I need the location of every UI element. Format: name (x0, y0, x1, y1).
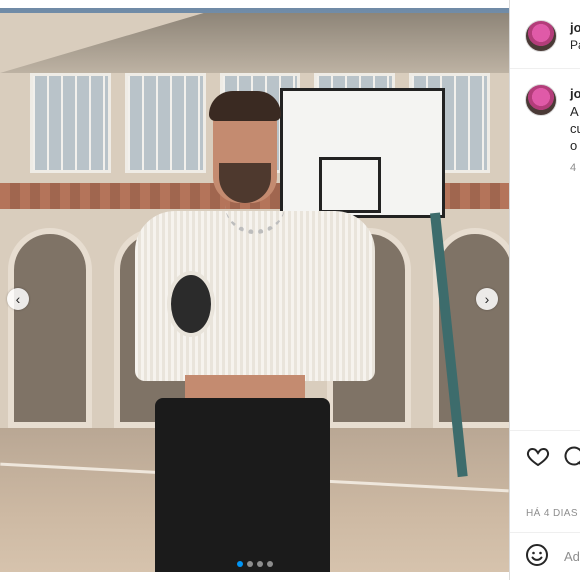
black-pants (155, 398, 330, 572)
divider (510, 430, 580, 431)
carousel-dot (246, 561, 253, 567)
avatar[interactable] (525, 20, 557, 52)
post-sidebar: jo Pa jo A cu o 4 HÁ 4 DIAS Ad (509, 0, 580, 580)
post-image[interactable]: ‹ › (0, 8, 509, 572)
person (135, 91, 375, 572)
chevron-right-icon[interactable]: › (476, 288, 498, 310)
avatar[interactable] (525, 84, 557, 116)
window (30, 73, 111, 173)
shoulder-bag (167, 271, 215, 337)
add-comment-input[interactable]: Ad (564, 549, 580, 564)
caption-time: 4 (570, 162, 577, 174)
emoji-icon[interactable] (525, 543, 549, 567)
header-subtitle[interactable]: Pa (570, 38, 580, 52)
heart-icon[interactable] (526, 444, 550, 468)
roof (0, 13, 509, 73)
caption-username[interactable]: jo (570, 86, 580, 101)
carousel-dot (266, 561, 273, 567)
chevron-left-icon[interactable]: ‹ (7, 288, 29, 310)
carousel-dot (236, 561, 243, 567)
divider (510, 532, 580, 533)
caption-line: cu (570, 121, 580, 136)
comment-icon[interactable] (562, 444, 580, 468)
caption-line: A (570, 104, 579, 119)
carousel-dot (256, 561, 263, 567)
divider (510, 68, 580, 69)
post-date: HÁ 4 DIAS (526, 508, 578, 519)
caption-line: o (570, 138, 578, 153)
hair (209, 91, 281, 121)
carousel-dots (0, 561, 509, 567)
arch (8, 228, 93, 428)
header-username[interactable]: jo (570, 20, 580, 35)
